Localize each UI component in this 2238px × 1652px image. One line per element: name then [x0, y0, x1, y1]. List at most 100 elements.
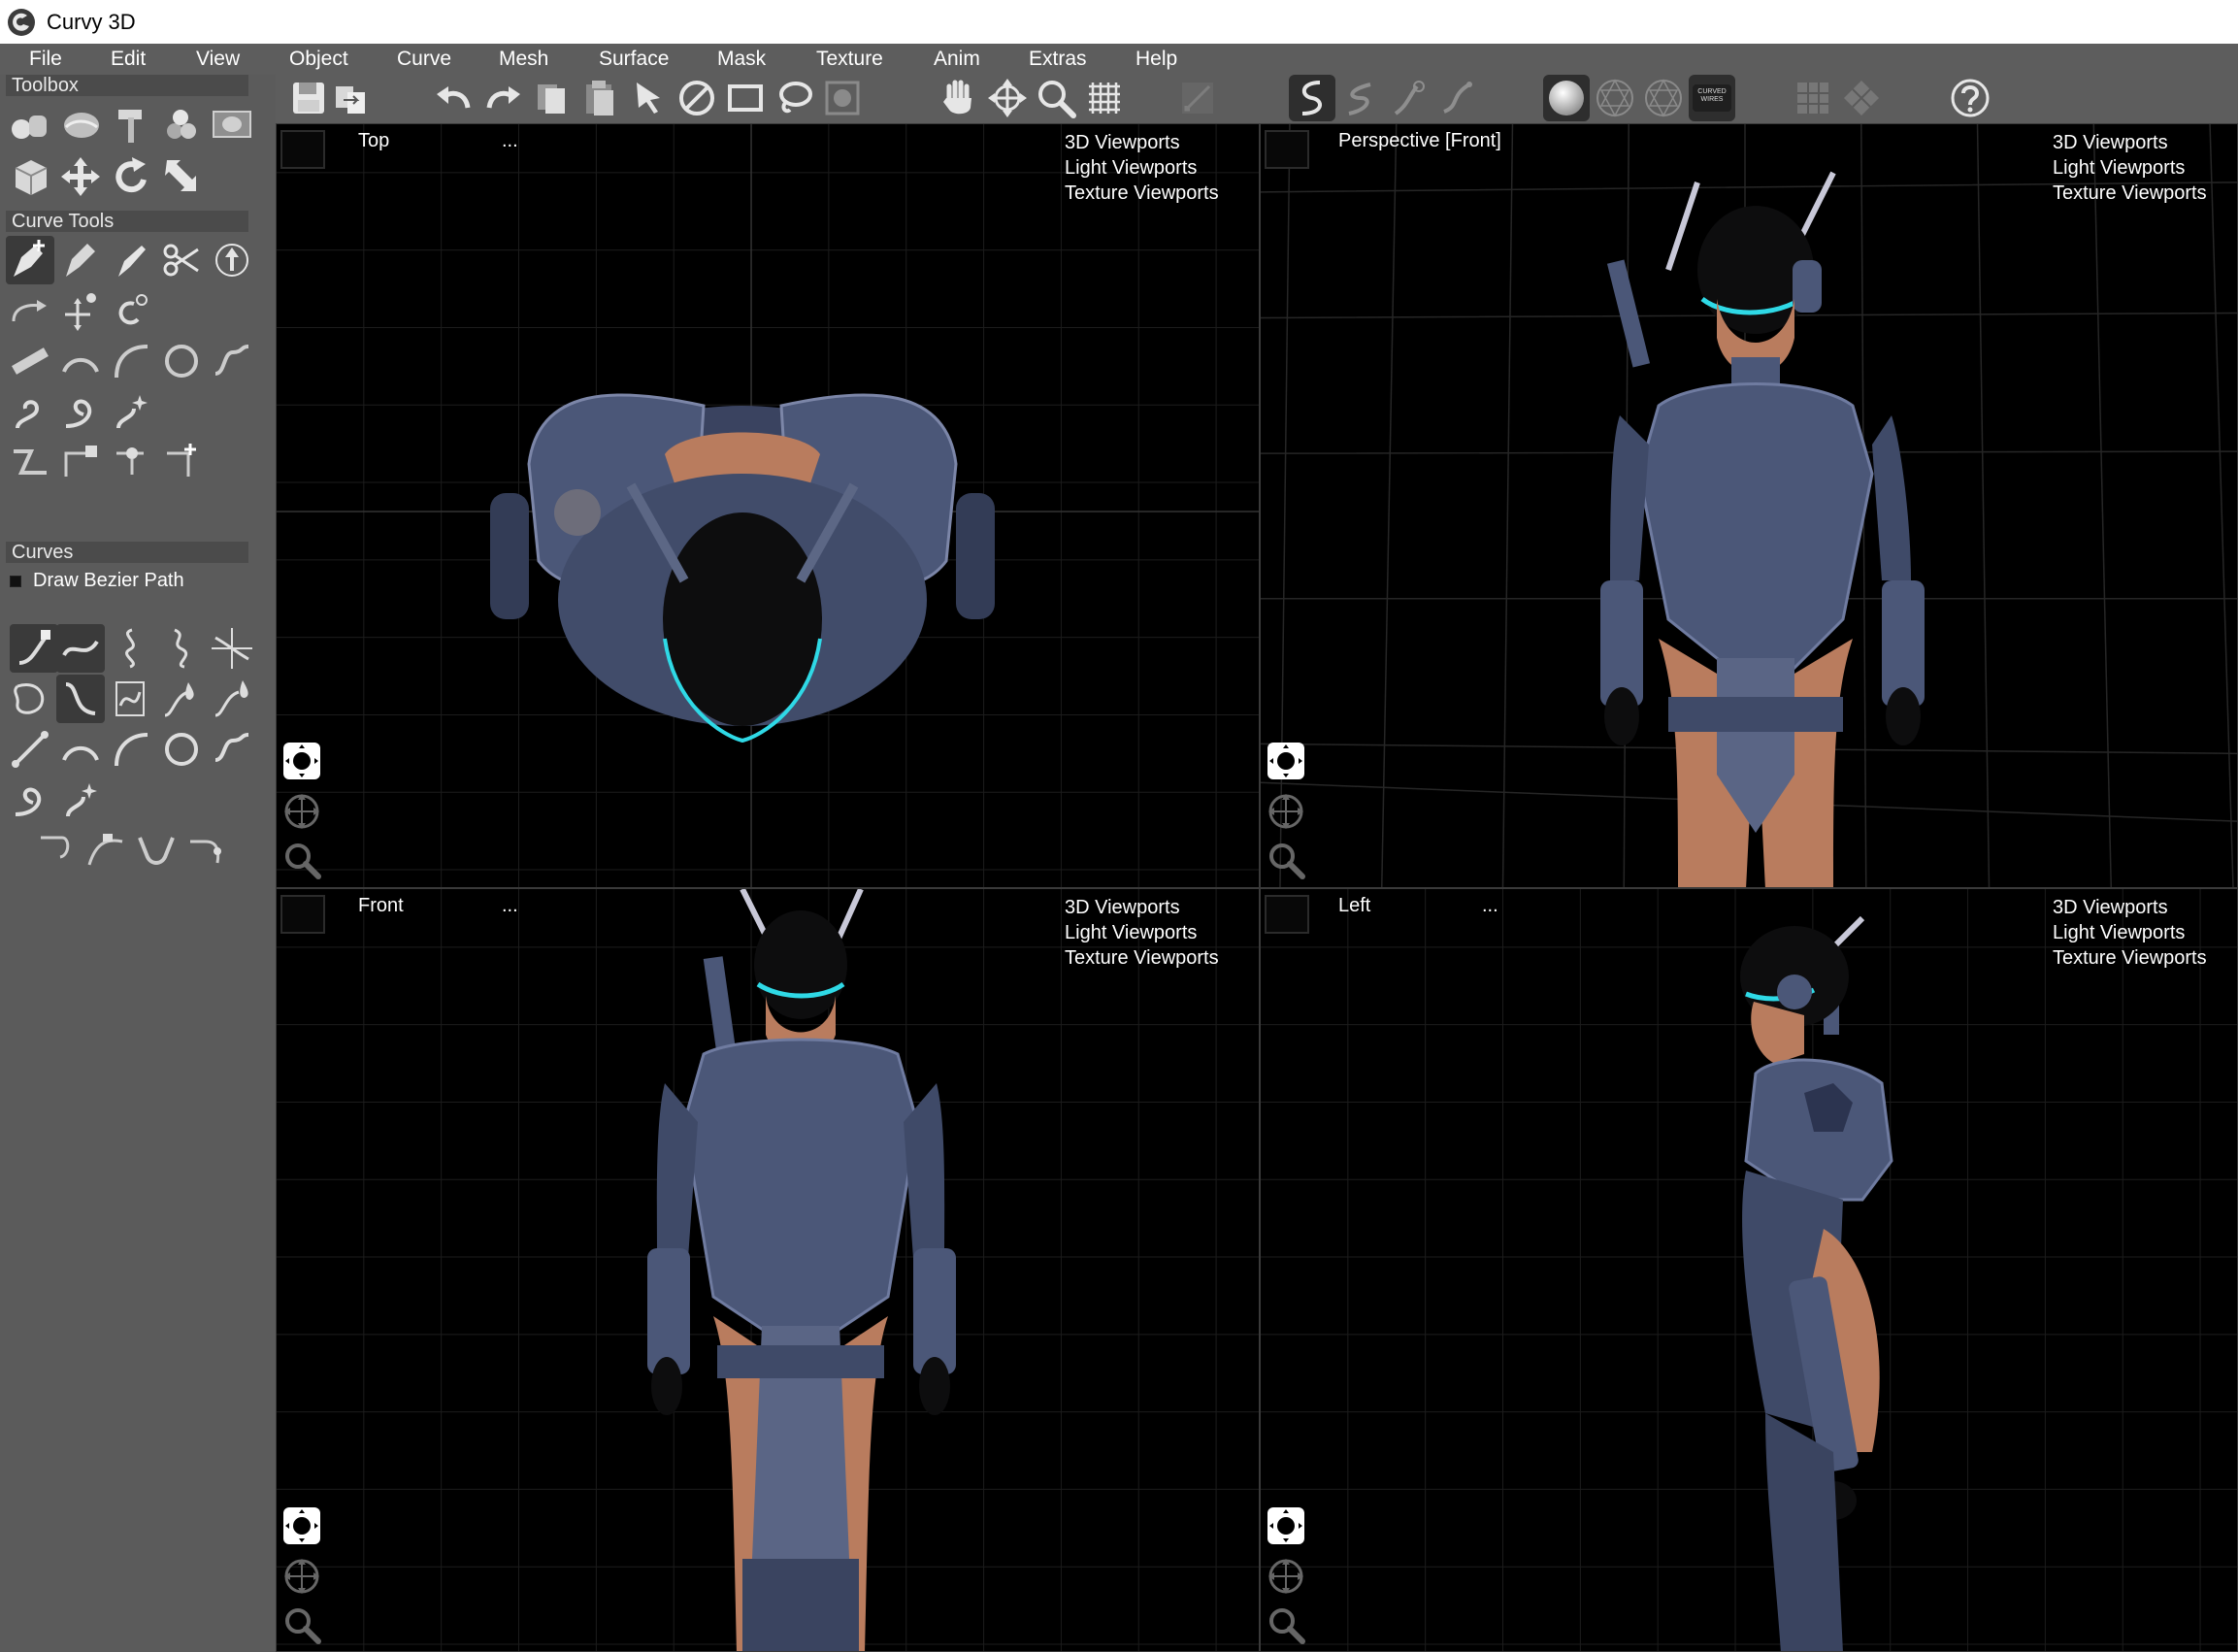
pen-tool-button[interactable] — [56, 236, 105, 284]
viewport-left[interactable]: Left ... 3D Viewports Light Viewports Te… — [1260, 888, 2238, 1652]
pan-view-button[interactable] — [1265, 1555, 1307, 1598]
menu-3d-viewports[interactable]: 3D Viewports — [2053, 895, 2237, 920]
scatter-tool-button[interactable] — [157, 100, 206, 149]
copy-button[interactable] — [528, 75, 575, 121]
curve-extend-button[interactable] — [1434, 75, 1481, 121]
spiral-button[interactable] — [6, 387, 54, 436]
arc-segment-button[interactable] — [56, 725, 105, 774]
move-points-button[interactable] — [56, 286, 105, 335]
circle-segment-button[interactable] — [157, 725, 206, 774]
drop-curve-alt-button[interactable] — [208, 675, 256, 723]
menu-extras[interactable]: Extras — [1029, 44, 1087, 75]
menu-file[interactable]: File — [29, 44, 62, 75]
add-point-button[interactable] — [157, 438, 206, 486]
orbit-button[interactable] — [280, 1504, 323, 1547]
curve-smooth-button[interactable] — [1337, 75, 1384, 121]
loop-button[interactable] — [56, 387, 105, 436]
save-button[interactable] — [285, 75, 332, 121]
zoom-button[interactable] — [1033, 75, 1079, 121]
menu-light-viewports[interactable]: Light Viewports — [2053, 920, 2237, 945]
zoom-view-button[interactable] — [280, 1603, 323, 1646]
surface-tool-button[interactable] — [56, 100, 105, 149]
draw-curve-pen-button[interactable] — [6, 236, 54, 284]
menu-help[interactable]: Help — [1135, 44, 1177, 75]
viewport-top[interactable]: Top ... 3D Viewports Light Viewports Tex… — [276, 123, 1260, 888]
zoom-view-button[interactable] — [1265, 1603, 1307, 1646]
viewport-maximize-box[interactable] — [280, 895, 325, 934]
arc-button[interactable] — [56, 337, 105, 385]
menu-curve[interactable]: Curve — [397, 44, 451, 75]
menu-texture-viewports[interactable]: Texture Viewports — [2053, 181, 2237, 206]
rectangle-select-button[interactable] — [722, 75, 769, 121]
cut-curve-button[interactable] — [157, 236, 206, 284]
viewport-options-top[interactable]: ... — [502, 130, 518, 152]
paste-button[interactable] — [576, 75, 623, 121]
orbit-button[interactable] — [1265, 740, 1307, 782]
menu-view[interactable]: View — [196, 44, 240, 75]
intersect-button[interactable] — [208, 624, 256, 673]
pan-button[interactable] — [936, 75, 982, 121]
edit-corner-button[interactable] — [10, 624, 58, 673]
edit-smooth-button[interactable] — [56, 624, 105, 673]
undo-button[interactable] — [431, 75, 477, 121]
single-view-button[interactable] — [1790, 75, 1836, 121]
closed-shape-button[interactable] — [6, 675, 54, 723]
menu-anim[interactable]: Anim — [934, 44, 980, 75]
circle-select-button[interactable] — [819, 75, 866, 121]
move-tool-button[interactable] — [56, 152, 105, 201]
loop-segment-button[interactable] — [6, 776, 54, 824]
menu-mask[interactable]: Mask — [717, 44, 766, 75]
double-loop-button[interactable] — [157, 624, 206, 673]
menu-3d-viewports[interactable]: 3D Viewports — [1065, 895, 1259, 920]
s-curve-button[interactable] — [208, 337, 256, 385]
zoom-view-button[interactable] — [280, 839, 323, 881]
bend-button[interactable] — [82, 826, 130, 875]
edit-disabled-button[interactable] — [1174, 75, 1221, 121]
viewport-options-front[interactable]: ... — [502, 895, 518, 917]
orbit-button[interactable] — [280, 740, 323, 782]
primitives-tool-button[interactable] — [6, 100, 54, 149]
hidden-wire-view-button[interactable] — [1640, 75, 1687, 121]
curve-draw-button[interactable] — [1289, 75, 1335, 121]
quad-view-button[interactable] — [1838, 75, 1885, 121]
curved-wires-button[interactable]: CURVED WIRES — [1689, 75, 1735, 121]
menu-light-viewports[interactable]: Light Viewports — [1065, 920, 1259, 945]
u-shape-button[interactable] — [132, 826, 181, 875]
sparkle-segment-button[interactable] — [56, 776, 105, 824]
lasso-select-button[interactable] — [771, 75, 817, 121]
deselect-button[interactable] — [674, 75, 720, 121]
add-round-button[interactable] — [107, 438, 155, 486]
rotate-points-button[interactable] — [107, 286, 155, 335]
zoom-view-button[interactable] — [1265, 839, 1307, 881]
menu-3d-viewports[interactable]: 3D Viewports — [1065, 130, 1259, 155]
menu-edit[interactable]: Edit — [111, 44, 146, 75]
viewport-front[interactable]: Front ... 3D Viewports Light Viewports T… — [276, 888, 1260, 1652]
orbit-button[interactable] — [1265, 1504, 1307, 1547]
pan-view-button[interactable] — [280, 1555, 323, 1598]
box-transform-button[interactable] — [6, 152, 54, 201]
export-button[interactable] — [328, 75, 375, 121]
select-button[interactable] — [625, 75, 672, 121]
menu-3d-viewports[interactable]: 3D Viewports — [2053, 130, 2237, 155]
double-s-button[interactable] — [107, 624, 155, 673]
menu-texture-viewports[interactable]: Texture Viewports — [2053, 945, 2237, 971]
move-view-button[interactable] — [984, 75, 1031, 121]
curve-segment-button[interactable] — [107, 725, 155, 774]
rotate-tool-button[interactable] — [107, 152, 155, 201]
bridge-curve-button[interactable] — [56, 675, 105, 723]
pan-view-button[interactable] — [1265, 790, 1307, 833]
menu-texture-viewports[interactable]: Texture Viewports — [1065, 181, 1259, 206]
menu-object[interactable]: Object — [289, 44, 348, 75]
wave-segment-button[interactable] — [208, 725, 256, 774]
connect-button[interactable] — [6, 286, 54, 335]
pen-alt-tool-button[interactable] — [107, 236, 155, 284]
viewport-maximize-box[interactable] — [280, 130, 325, 169]
hook-left-button[interactable] — [31, 826, 80, 875]
shaded-view-button[interactable] — [1543, 75, 1590, 121]
straight-segment-button[interactable] — [6, 725, 54, 774]
redo-button[interactable] — [479, 75, 526, 121]
menu-light-viewports[interactable]: Light Viewports — [1065, 155, 1259, 181]
scale-tool-button[interactable] — [157, 152, 206, 201]
menu-texture-viewports[interactable]: Texture Viewports — [1065, 945, 1259, 971]
image-tool-button[interactable] — [208, 100, 256, 149]
